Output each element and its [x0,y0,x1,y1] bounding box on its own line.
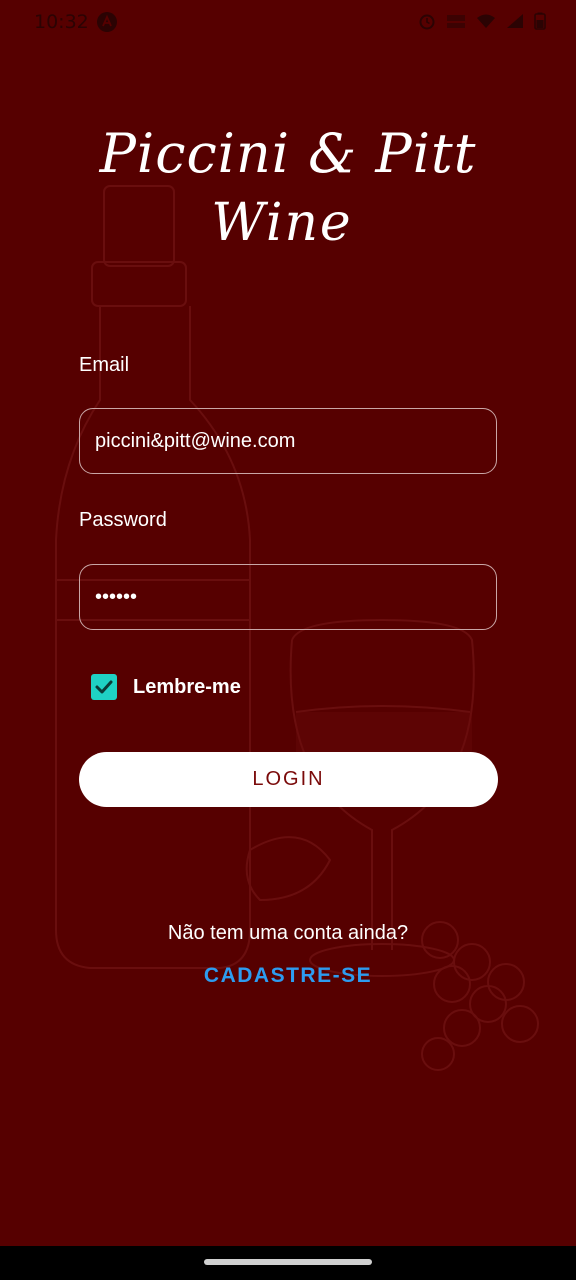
signal-icon [507,14,523,28]
remember-me-checkbox[interactable] [91,674,117,700]
network-data-icon [447,15,465,28]
password-field[interactable]: •••••• [79,564,497,630]
remember-me-row[interactable]: Lembre-me [91,674,241,700]
password-value: •••••• [95,585,138,608]
logo-line1: Piccini & Pitt [99,122,477,185]
password-label: Password [79,509,167,531]
no-account-text: Não tem uma conta ainda? [167,922,409,944]
email-label: Email [79,354,130,376]
navigation-bar [0,1246,576,1280]
email-field[interactable]: piccini&pitt@wine.com [79,408,497,474]
checkmark-icon [95,680,113,694]
email-value: piccini&pitt@wine.com [95,429,296,452]
signup-link[interactable]: CADASTRE-SE [0,964,576,988]
status-bar: 10:32 [0,0,576,44]
battery-icon [534,12,546,30]
wifi-icon [477,14,495,28]
home-gesture-handle[interactable] [204,1259,372,1265]
remember-me-label: Lembre-me [133,675,241,698]
status-icons [418,12,546,30]
brand-logo: Piccini & Pitt Wine [99,122,477,253]
status-time: 10:32 [34,11,89,33]
alarm-icon [419,14,435,30]
logo-line2: Wine [211,193,352,253]
app-notification-icon [97,12,117,32]
login-button[interactable]: LOGIN [79,752,498,807]
